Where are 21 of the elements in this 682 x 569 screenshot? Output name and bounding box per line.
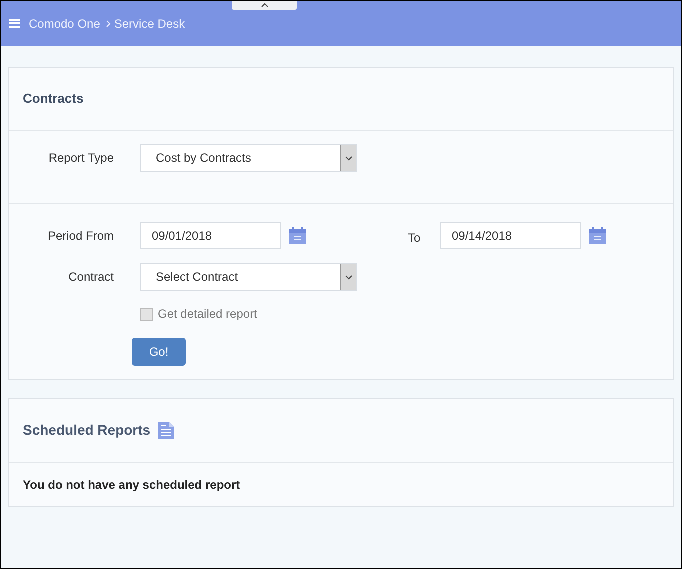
dropdown[interactable]: Select Contract — [140, 263, 357, 291]
chevron-right-icon — [106, 20, 112, 28]
chevron-down-icon — [344, 156, 352, 160]
calendar-icon[interactable] — [289, 227, 306, 244]
field-label: Contract — [68, 269, 115, 286]
field-label: Period From — [46, 228, 115, 244]
field-label: Report Type — [48, 150, 115, 167]
menu-icon[interactable] — [9, 19, 20, 28]
dropdown[interactable]: Cost by Contracts — [140, 144, 357, 172]
panel-title: Contracts — [23, 90, 84, 108]
calendar-icon[interactable] — [589, 227, 606, 244]
chevron-down-icon — [344, 274, 352, 280]
field-label: To — [408, 230, 422, 246]
caret-up-icon — [260, 3, 268, 8]
panel-title: Scheduled Reports — [23, 421, 151, 440]
empty-message: You do not have any scheduled report — [23, 477, 240, 494]
document-icon[interactable] — [156, 421, 175, 440]
date-field[interactable]: 09/14/2018 — [440, 222, 581, 249]
go-button[interactable]: Go! — [132, 338, 186, 366]
checkbox-label: Get detailed report — [158, 306, 258, 323]
date-field[interactable]: 09/01/2018 — [140, 222, 281, 249]
